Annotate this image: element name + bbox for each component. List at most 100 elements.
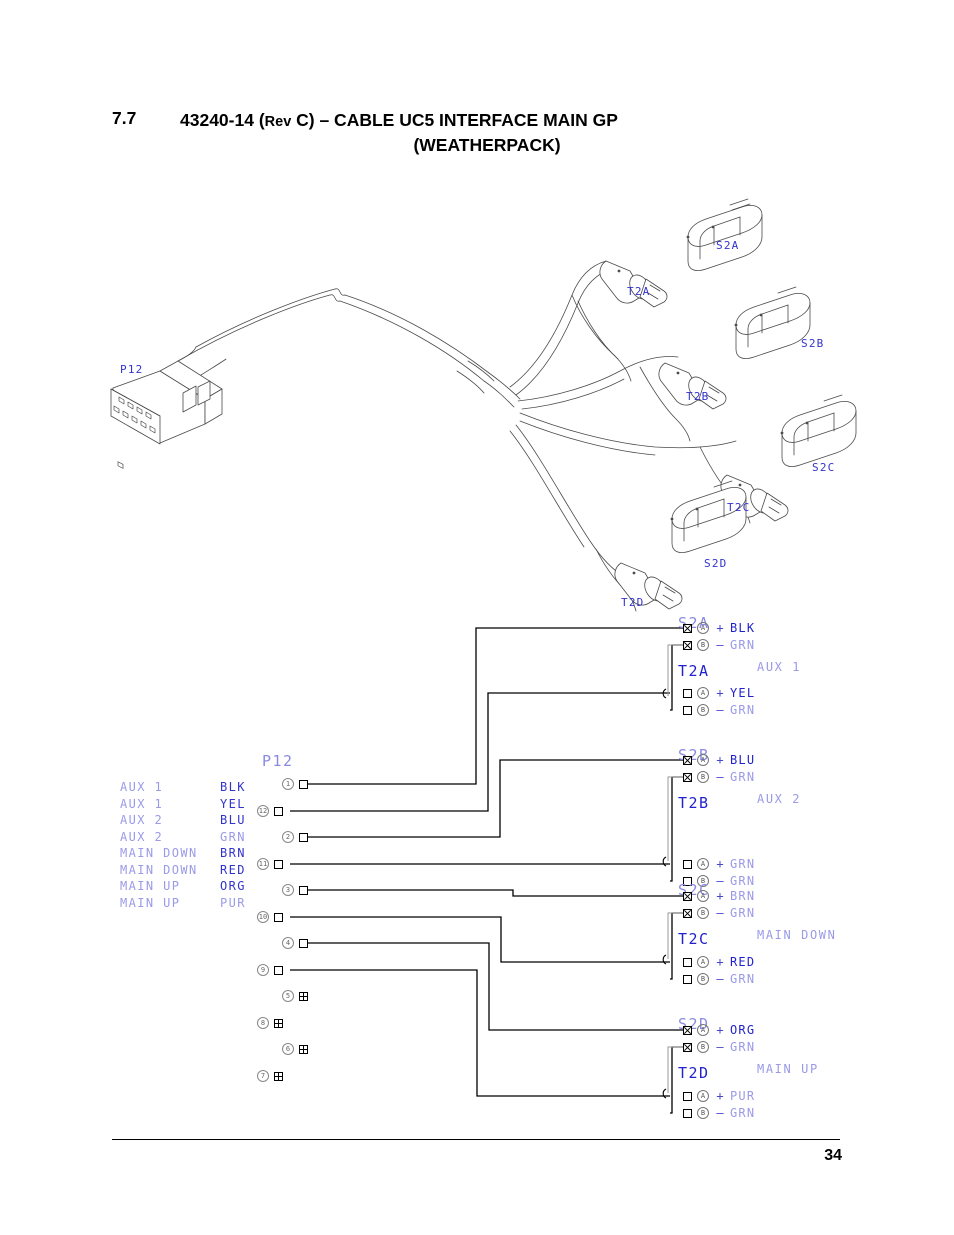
pin-number: 11	[257, 858, 269, 870]
pin-number: 8	[257, 1017, 269, 1029]
p12-pin-3: 3	[282, 884, 308, 896]
p12-pin-7: 7	[257, 1070, 283, 1082]
wire-color: GRN	[730, 906, 756, 920]
wire-color: YEL	[730, 686, 756, 700]
pin-polarity: +	[716, 857, 724, 871]
pin-polarity: –	[716, 972, 724, 986]
pin-number: 10	[257, 911, 269, 923]
wire-color: BLK	[730, 621, 756, 635]
section-number: 7.7	[112, 108, 137, 128]
wire-color: PUR	[730, 1089, 756, 1103]
illustration-label-s2d: S2D	[704, 557, 728, 570]
socket-terminal-icon	[683, 623, 692, 633]
socket-terminal-icon	[683, 640, 692, 650]
s2b-connector	[734, 286, 811, 359]
pin-row-t2c-a: A + RED	[683, 955, 756, 969]
pin-polarity: –	[716, 638, 724, 652]
pin-polarity: –	[716, 906, 724, 920]
pin-number: 4	[282, 937, 294, 949]
terminal-icon	[299, 832, 308, 842]
function-name: MAIN DOWN	[120, 862, 198, 877]
pin-row-s2d-a: A + ORG	[683, 1023, 756, 1037]
legend-row: MAIN DOWN RED	[120, 862, 246, 879]
socket-terminal-icon	[683, 1025, 692, 1035]
connector-title-t2d: T2D	[678, 1064, 710, 1082]
s2a-connector	[686, 198, 763, 271]
pin-row-t2c-b: B – GRN	[683, 972, 756, 986]
pin-row-s2a-b: B – GRN	[683, 638, 756, 652]
p12-function-legend: AUX 1 BLK AUX 1 YEL AUX 2 BLU AUX 2 GRN …	[120, 779, 246, 911]
p12-pin-11: 11	[257, 858, 283, 870]
page-heading: 7.7 43240-14 (Rev C) – CABLE UC5 INTERFA…	[112, 108, 840, 158]
pin-number: 2	[282, 831, 294, 843]
title-rev: Rev	[264, 114, 292, 130]
wire-color: PUR	[220, 895, 246, 910]
pin-letter: B	[697, 907, 709, 919]
connector-title-t2b: T2B	[678, 794, 710, 812]
pin-polarity: +	[716, 621, 724, 635]
socket-terminal-icon	[683, 755, 692, 765]
p12-pin-10: 10	[257, 911, 283, 923]
illustration-label-t2a: T2A	[627, 285, 651, 298]
wire-color: ORG	[220, 879, 246, 893]
legend-row: MAIN DOWN BRN	[120, 845, 246, 862]
pin-row-s2d-b: B – GRN	[683, 1040, 755, 1054]
wire-color: BLU	[730, 753, 756, 767]
pin-polarity: –	[716, 703, 724, 717]
wire-color: RED	[730, 955, 756, 969]
pin-row-t2a-b: B – GRN	[683, 703, 755, 717]
p12-pin-6: 6	[282, 1043, 308, 1055]
pin-letter: A	[697, 956, 709, 968]
pin-row-s2c-b: B – GRN	[683, 906, 756, 920]
function-label-aux-2: AUX 2	[757, 792, 802, 806]
pin-letter: B	[697, 639, 709, 651]
s2d-connector	[670, 480, 747, 553]
function-label-aux-1: AUX 1	[757, 660, 802, 674]
p12-pin-12: 12	[257, 805, 283, 817]
wire-color: GRN	[730, 857, 756, 871]
plug-terminal-icon	[683, 957, 692, 967]
wire-color: BLU	[220, 813, 246, 827]
pin-polarity: –	[716, 1106, 724, 1120]
footer-divider	[112, 1139, 840, 1140]
plug-terminal-icon	[683, 974, 692, 984]
legend-row: MAIN UP PUR	[120, 895, 246, 912]
pin-row-s2c-a: A + BRN	[683, 889, 755, 903]
pin-polarity: –	[716, 770, 724, 784]
pin-number: 12	[257, 805, 269, 817]
function-label-main-down: MAIN DOWN	[757, 928, 837, 942]
pin-row-t2a-a: A + YEL	[683, 686, 756, 700]
pin-polarity: –	[716, 1040, 724, 1054]
cable-assembly-illustration: P12 S2A T2A S2B T2B S2C T2C S2D T2D	[0, 175, 954, 620]
function-name: MAIN DOWN	[120, 846, 198, 860]
unused-terminal-icon	[299, 991, 308, 1001]
pin-letter: B	[697, 704, 709, 716]
terminal-icon	[274, 859, 283, 869]
wire-color: GRN	[730, 770, 756, 784]
main-cable-run	[177, 288, 521, 408]
p12-pin-5: 5	[282, 990, 308, 1002]
p12-pin-4: 4	[282, 937, 308, 949]
function-name: AUX 1	[120, 796, 164, 811]
legend-row: MAIN UP ORG	[120, 878, 246, 895]
pin-row-t2d-a: A + PUR	[683, 1089, 756, 1103]
wire-color: ORG	[730, 1023, 756, 1037]
illustration-label-s2a: S2A	[716, 239, 740, 252]
p12-pin-1: 1	[282, 778, 308, 790]
wire-color: GRN	[730, 972, 756, 986]
terminal-icon	[274, 806, 283, 816]
pin-number: 1	[282, 778, 294, 790]
page-title: 43240-14 (Rev C) – CABLE UC5 INTERFACE M…	[180, 108, 840, 158]
title-part-1: 43240-14 (	[180, 110, 265, 130]
socket-terminal-icon	[683, 891, 692, 901]
function-name: MAIN UP	[120, 895, 181, 910]
unused-terminal-icon	[274, 1071, 283, 1081]
page-number: 34	[824, 1147, 842, 1164]
function-label-main-up: MAIN UP	[757, 1062, 819, 1076]
pin-polarity: +	[716, 686, 724, 700]
plug-terminal-icon	[683, 1108, 692, 1118]
pin-polarity: +	[716, 1023, 724, 1037]
unused-terminal-icon	[299, 1044, 308, 1054]
illustration-label-s2c: S2C	[812, 461, 836, 474]
wire-color: GRN	[730, 638, 756, 652]
